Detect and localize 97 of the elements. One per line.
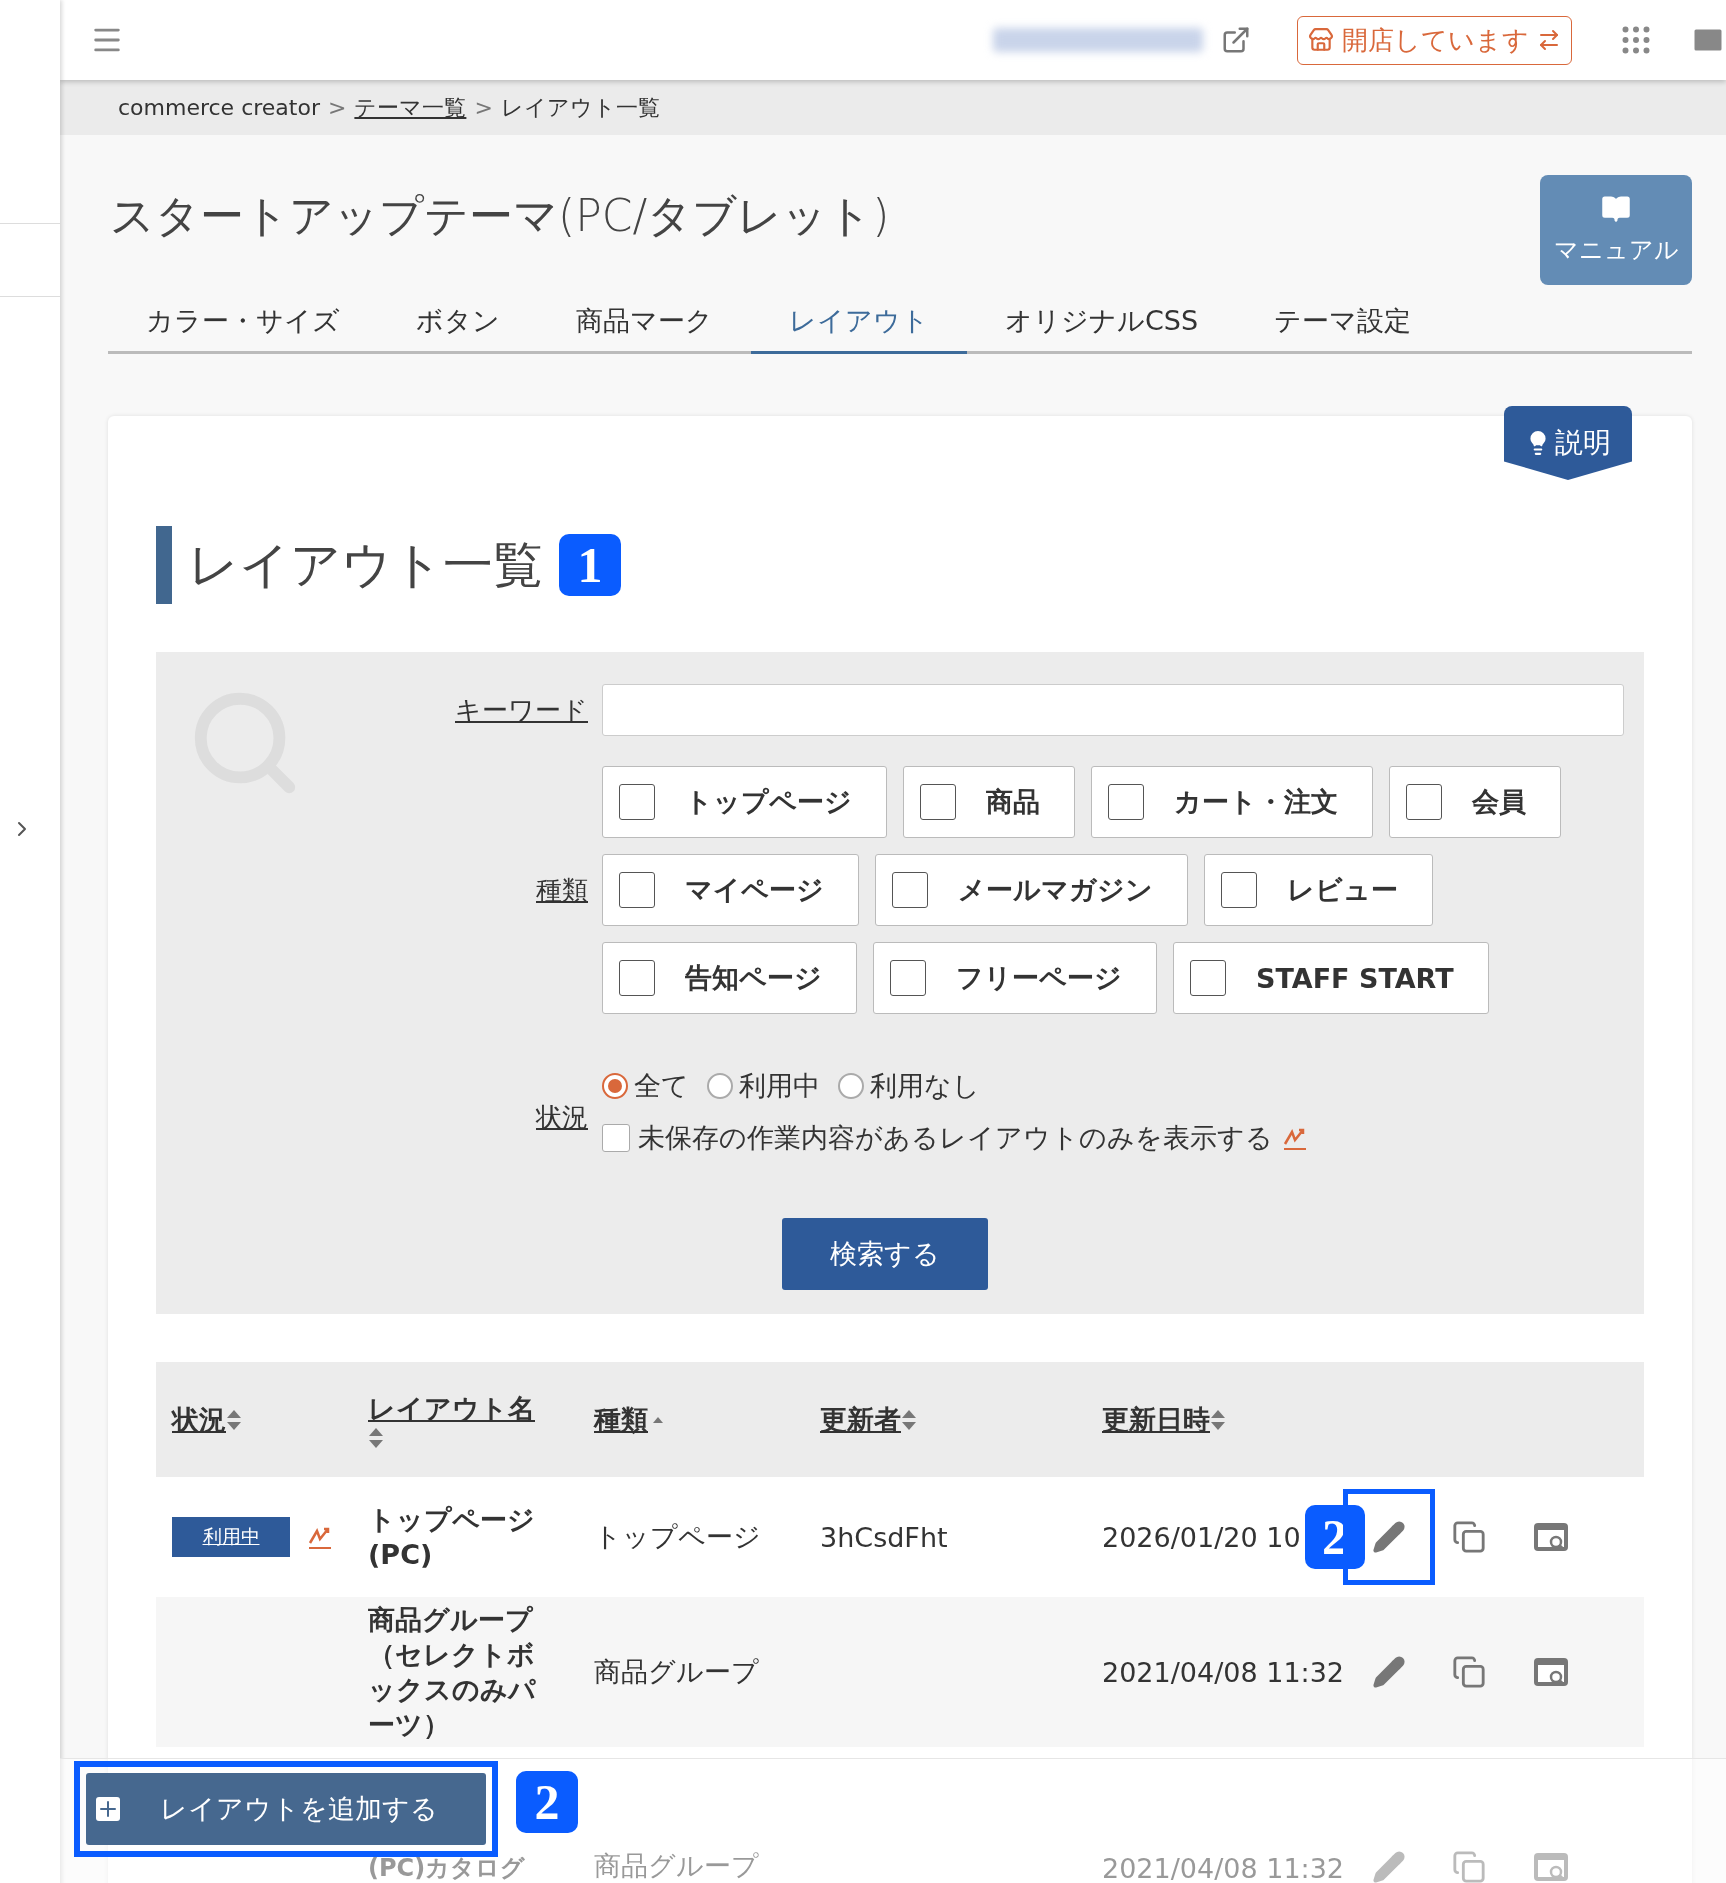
store-icon: [1308, 27, 1334, 53]
type-checkbox-option[interactable]: カート・注文: [1091, 766, 1373, 838]
add-layout-button[interactable]: レイアウトを追加する: [86, 1773, 486, 1845]
type-checkbox-option[interactable]: レビュー: [1204, 854, 1433, 926]
help-tab[interactable]: 説明: [1504, 406, 1632, 480]
type-checkbox-option[interactable]: 商品: [903, 766, 1075, 838]
option-label: 商品: [986, 785, 1040, 819]
radio-button[interactable]: [838, 1073, 864, 1099]
checkbox[interactable]: [1108, 784, 1144, 820]
type-checkbox-option[interactable]: 会員: [1389, 766, 1561, 838]
column-header[interactable]: 状況: [172, 1401, 368, 1438]
external-link-icon[interactable]: [1221, 25, 1251, 55]
tab[interactable]: オリジナルCSS: [967, 291, 1237, 354]
tab[interactable]: 商品マーク: [538, 291, 751, 354]
plus-icon: [96, 1797, 120, 1821]
radio-label: 全て: [634, 1069, 689, 1103]
table-cell: 2021/04/08 11:32: [1102, 1656, 1344, 1688]
checkbox[interactable]: [890, 960, 926, 996]
copy-button[interactable]: [1452, 1655, 1486, 1689]
type-checkbox-option[interactable]: 告知ページ: [602, 942, 857, 1014]
option-label: レビュー: [1287, 873, 1398, 907]
copy-button[interactable]: [1452, 1520, 1486, 1554]
manual-button[interactable]: マニュアル: [1540, 175, 1692, 285]
copy-icon: [1452, 1850, 1486, 1883]
type-checkbox-option[interactable]: メールマガジン: [875, 854, 1188, 926]
tab[interactable]: カラー・サイズ: [108, 291, 378, 354]
pencil-icon: [1372, 1850, 1406, 1883]
table-cell-text: 商品グループ: [594, 1655, 760, 1689]
breadcrumb-link[interactable]: テーマ一覧: [354, 92, 467, 123]
radio-button[interactable]: [707, 1073, 733, 1099]
checkbox[interactable]: [619, 960, 655, 996]
preview-button[interactable]: [1532, 1521, 1570, 1553]
checkbox[interactable]: [1221, 872, 1257, 908]
annotation-marker: 2: [516, 1771, 578, 1833]
preview-button[interactable]: [1532, 1656, 1570, 1688]
checkbox[interactable]: [1406, 784, 1442, 820]
checkbox[interactable]: [920, 784, 956, 820]
column-header[interactable]: レイアウト名: [368, 1390, 548, 1449]
checkbox[interactable]: [619, 872, 655, 908]
checkbox-label: 未保存の作業内容があるレイアウトのみを表示する: [638, 1121, 1273, 1155]
preview-window-icon: [1532, 1521, 1570, 1553]
type-checkbox-option[interactable]: トップページ: [602, 766, 887, 838]
swap-arrows-icon: [1537, 28, 1561, 52]
pencil-icon: [1372, 1520, 1406, 1554]
option-label: メールマガジン: [958, 873, 1153, 907]
table-cell-text: トップページ(PC): [368, 1502, 536, 1572]
checkbox[interactable]: [1190, 960, 1226, 996]
book-icon: [1601, 194, 1631, 224]
option-label: 告知ページ: [685, 961, 822, 995]
table-cell: 2026/01/20 10: [1102, 1521, 1301, 1553]
table-cell-text: 3hCsdFht: [820, 1521, 949, 1553]
page-title: スタートアップテーマ(PC/タブレット): [110, 189, 890, 243]
checkbox[interactable]: [892, 872, 928, 908]
breadcrumb-separator: >: [327, 95, 347, 120]
type-label: 種類: [536, 873, 588, 907]
column-header[interactable]: 種類: [594, 1401, 820, 1438]
preview-window-icon: [1532, 1656, 1570, 1688]
checkbox[interactable]: [619, 784, 655, 820]
copy-icon: [1452, 1520, 1486, 1554]
option-label: トップページ: [685, 785, 852, 819]
shop-open-status-button[interactable]: 開店しています: [1297, 15, 1572, 65]
edit-button[interactable]: [1372, 1655, 1406, 1689]
breadcrumb-separator: >: [474, 95, 493, 120]
table-cell: 2021/04/08 11:32: [1102, 1853, 1344, 1883]
breadcrumb-item: commerce creator: [118, 95, 320, 120]
copy-icon: [1452, 1655, 1486, 1689]
section-title: レイアウト一覧: [188, 534, 543, 596]
option-label: 会員: [1472, 785, 1526, 819]
radio-label: 利用なし: [870, 1069, 980, 1103]
option-label: マイページ: [685, 873, 824, 907]
option-label: カート・注文: [1174, 785, 1338, 819]
radio-button[interactable]: [602, 1073, 628, 1099]
breadcrumb-item: レイアウト一覧: [500, 93, 660, 122]
tab[interactable]: ボタン: [378, 291, 538, 354]
keyword-label: キーワード: [455, 693, 588, 727]
status-label: 状況: [536, 1100, 588, 1134]
annotation-marker: 1: [559, 534, 621, 596]
table-cell-text: 商品グループ（セレクトボックスのみパーツ）: [368, 1602, 537, 1743]
search-button[interactable]: 検索する: [782, 1218, 988, 1290]
checkbox[interactable]: [602, 1124, 630, 1152]
type-checkbox-option[interactable]: STAFF START: [1173, 942, 1489, 1014]
table-cell-text: トップページ: [594, 1520, 762, 1554]
radio-label: 利用中: [739, 1069, 820, 1103]
column-header[interactable]: 更新日時: [1102, 1401, 1352, 1438]
status-badge[interactable]: 利用中: [172, 1517, 290, 1557]
column-header[interactable]: 更新者: [820, 1401, 1102, 1438]
type-checkbox-option[interactable]: マイページ: [602, 854, 859, 926]
type-checkbox-option[interactable]: フリーページ: [873, 942, 1157, 1014]
table-cell-text: (PC)カタログ: [368, 1852, 527, 1883]
option-label: STAFF START: [1256, 962, 1454, 994]
option-label: フリーページ: [956, 961, 1122, 995]
edit-button[interactable]: [1343, 1489, 1435, 1585]
pencil-icon: [1372, 1655, 1406, 1689]
table-cell-text: 商品グループ: [594, 1849, 760, 1883]
tab[interactable]: レイアウト: [751, 291, 967, 354]
tab[interactable]: テーマ設定: [1236, 291, 1450, 354]
keyword-input-field[interactable]: [602, 684, 1624, 736]
